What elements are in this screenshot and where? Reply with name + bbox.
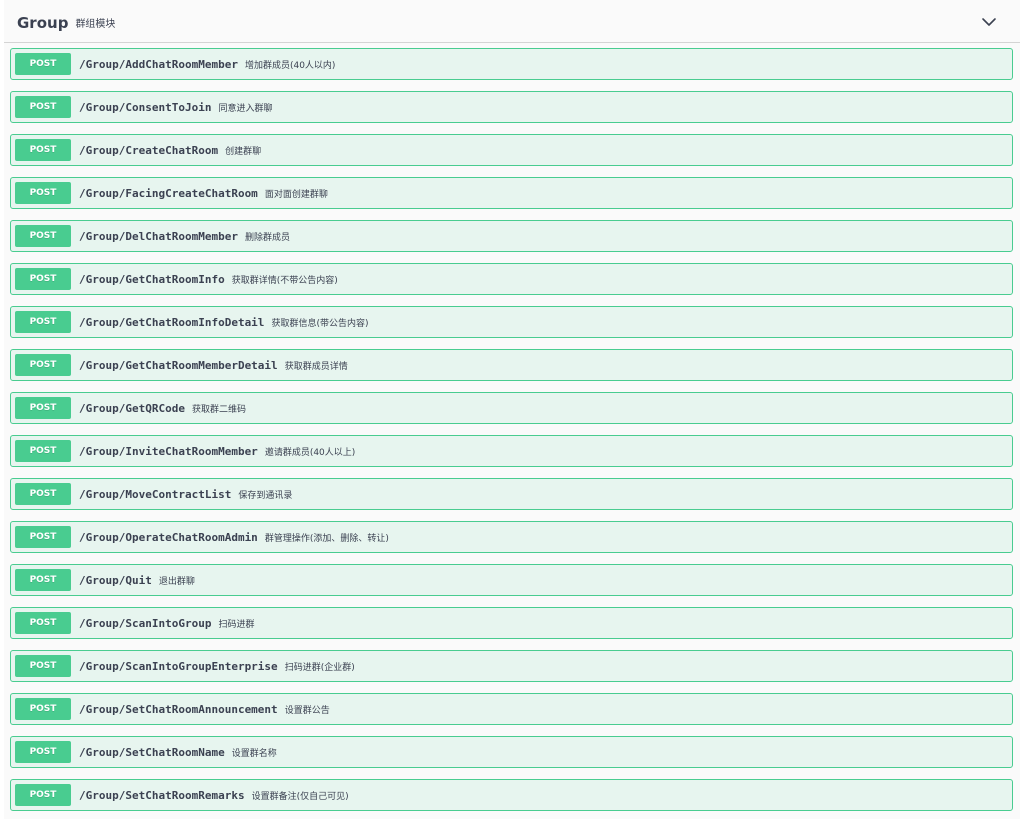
operation-summary: 删除群成员 (244, 232, 290, 243)
method-badge: POST (15, 225, 71, 247)
operation-row[interactable]: POST /Group/GetChatRoomInfoDetail 获取群信息(… (10, 306, 1013, 338)
method-badge: POST (15, 698, 71, 720)
operation-row[interactable]: POST /Group/CreateChatRoom 创建群聊 (10, 134, 1013, 166)
operation-list: POST /Group/AddChatRoomMember 增加群成员(40人以… (10, 48, 1013, 822)
method-badge: POST (15, 612, 71, 634)
method-badge: POST (15, 440, 71, 462)
method-badge: POST (15, 96, 71, 118)
operation-path: /Group/SetChatRoomName (79, 745, 225, 759)
operation-path: /Group/FacingCreateChatRoom (79, 186, 258, 200)
operation-path: /Group/MoveContractList (79, 487, 232, 501)
operation-summary: 设置群公告 (284, 705, 330, 716)
operation-row[interactable]: POST /Group/GetQRCode 获取群二维码 (10, 392, 1013, 424)
operation-row[interactable]: POST /Group/SetChatRoomName 设置群名称 (10, 736, 1013, 768)
method-badge: POST (15, 526, 71, 548)
operation-path: /Group/ScanIntoGroup (79, 616, 212, 630)
operation-row[interactable]: POST /Group/ConsentToJoin 同意进入群聊 (10, 91, 1013, 123)
operation-summary: 设置群备注(仅自己可见) (251, 791, 349, 802)
operation-summary: 增加群成员(40人以内) (244, 60, 336, 71)
operation-summary: 退出群聊 (158, 576, 195, 587)
method-badge: POST (15, 397, 71, 419)
operation-row[interactable]: POST /Group/SetChatRoomAnnouncement 设置群公… (10, 693, 1013, 725)
operation-path: /Group/ConsentToJoin (79, 100, 212, 114)
operation-path: /Group/AddChatRoomMember (79, 57, 238, 71)
operation-row[interactable]: POST /Group/Quit 退出群聊 (10, 564, 1013, 596)
operation-row[interactable]: POST /Group/ScanIntoGroup 扫码进群 (10, 607, 1013, 639)
operation-row[interactable]: POST /Group/ScanIntoGroupEnterprise 扫码进群… (10, 650, 1013, 682)
api-section-group: Group 群组模块 POST /Group/AddChatRoomMember… (4, 0, 1020, 819)
operation-path: /Group/GetQRCode (79, 401, 185, 415)
chevron-down-icon[interactable] (981, 16, 997, 28)
operation-summary: 获取群成员详情 (284, 361, 348, 372)
operation-row[interactable]: POST /Group/AddChatRoomMember 增加群成员(40人以… (10, 48, 1013, 80)
operation-summary: 邀请群成员(40人以上) (264, 447, 356, 458)
method-badge: POST (15, 741, 71, 763)
method-badge: POST (15, 784, 71, 806)
method-badge: POST (15, 268, 71, 290)
operation-path: /Group/InviteChatRoomMember (79, 444, 258, 458)
operation-path: /Group/SetChatRoomAnnouncement (79, 702, 278, 716)
operation-summary: 群管理操作(添加、删除、转让) (264, 533, 389, 544)
method-badge: POST (15, 139, 71, 161)
operation-path: /Group/CreateChatRoom (79, 143, 219, 157)
method-badge: POST (15, 569, 71, 591)
operation-path: /Group/GetChatRoomInfo (79, 272, 225, 286)
operation-summary: 获取群二维码 (191, 404, 246, 415)
operation-summary: 面对面创建群聊 (264, 189, 328, 200)
method-badge: POST (15, 182, 71, 204)
section-title: Group (17, 14, 69, 32)
method-badge: POST (15, 53, 71, 75)
operation-row[interactable]: POST /Group/MoveContractList 保存到通讯录 (10, 478, 1013, 510)
operation-summary: 获取群信息(带公告内容) (271, 318, 369, 329)
method-badge: POST (15, 311, 71, 333)
operation-row[interactable]: POST /Group/DelChatRoomMember 删除群成员 (10, 220, 1013, 252)
operation-summary: 扫码进群 (218, 619, 255, 630)
operation-path: /Group/GetChatRoomInfoDetail (79, 315, 265, 329)
operation-row[interactable]: POST /Group/FacingCreateChatRoom 面对面创建群聊 (10, 177, 1013, 209)
operation-path: /Group/OperateChatRoomAdmin (79, 530, 258, 544)
operation-summary: 扫码进群(企业群) (284, 662, 355, 673)
operation-summary: 同意进入群聊 (218, 103, 273, 114)
section-description: 群组模块 (75, 18, 116, 30)
operation-row[interactable]: POST /Group/GetChatRoomInfo 获取群详情(不带公告内容… (10, 263, 1013, 295)
method-badge: POST (15, 354, 71, 376)
operation-row[interactable]: POST /Group/OperateChatRoomAdmin 群管理操作(添… (10, 521, 1013, 553)
operation-row[interactable]: POST /Group/SetChatRoomRemarks 设置群备注(仅自己… (10, 779, 1013, 811)
operation-path: /Group/SetChatRoomRemarks (79, 788, 245, 802)
operation-summary: 保存到通讯录 (238, 490, 293, 501)
section-header[interactable]: Group 群组模块 (4, 4, 1020, 43)
operation-path: /Group/GetChatRoomMemberDetail (79, 358, 278, 372)
method-badge: POST (15, 483, 71, 505)
operation-row[interactable]: POST /Group/InviteChatRoomMember 邀请群成员(4… (10, 435, 1013, 467)
operation-path: /Group/DelChatRoomMember (79, 229, 238, 243)
operation-path: /Group/Quit (79, 573, 152, 587)
operation-row[interactable]: POST /Group/GetChatRoomMemberDetail 获取群成… (10, 349, 1013, 381)
operation-path: /Group/ScanIntoGroupEnterprise (79, 659, 278, 673)
operation-summary: 设置群名称 (231, 748, 277, 759)
operation-summary: 创建群聊 (225, 146, 262, 157)
method-badge: POST (15, 655, 71, 677)
operation-summary: 获取群详情(不带公告内容) (231, 275, 338, 286)
